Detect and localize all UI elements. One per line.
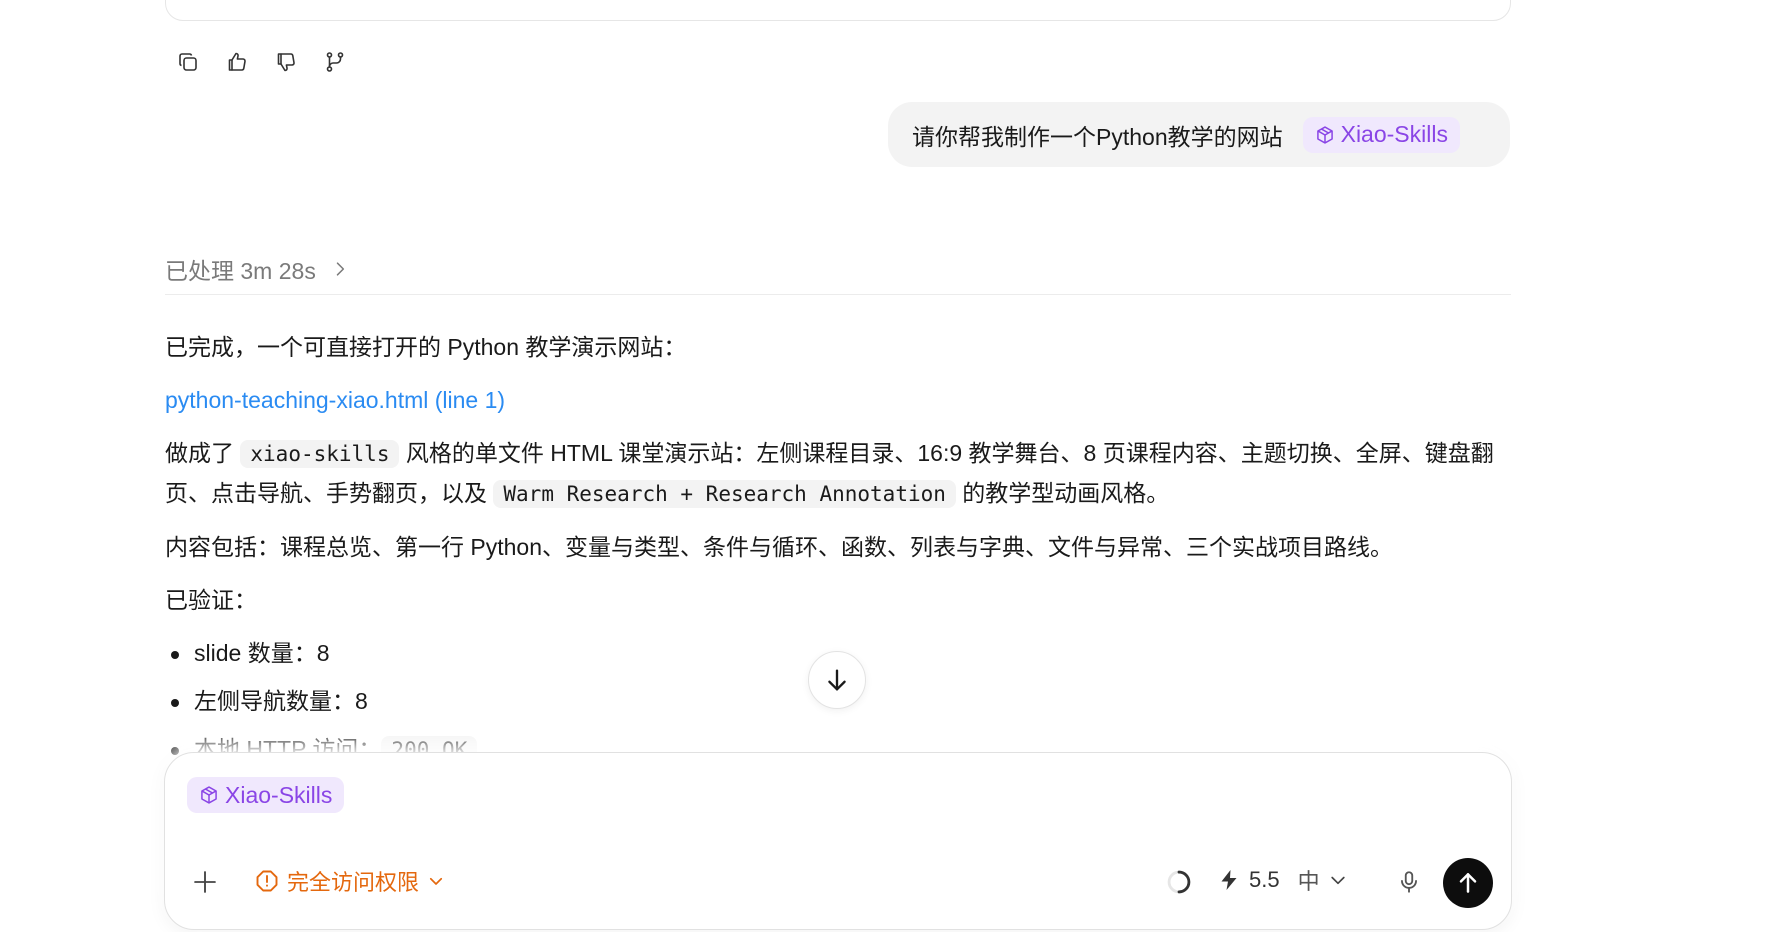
model-selector[interactable]: 5.5 中 [1217, 864, 1348, 896]
access-permission-dropdown[interactable]: 完全访问权限 [255, 865, 445, 897]
microphone-button[interactable] [1393, 866, 1425, 898]
thumbs-down-button[interactable] [270, 46, 302, 78]
user-skill-chip[interactable]: Xiao-Skills [1302, 116, 1460, 153]
access-label: 完全访问权限 [287, 870, 420, 895]
thumbs-up-button[interactable] [221, 46, 253, 78]
arrow-up-icon [1459, 873, 1477, 893]
response-intro: 已完成，一个可直接打开的 Python 教学演示网站： [165, 334, 687, 360]
user-message-text: 请你帮我制作一个Python教学的网站 [912, 123, 1283, 150]
loading-spinner-icon [1167, 870, 1191, 894]
response-description: 做成了 xiao-skills 风格的单文件 HTML 课堂演示站：左侧课程目录… [165, 440, 1494, 508]
message-composer[interactable]: Xiao-Skills 完全访问权限 5.5 中 [164, 752, 1512, 930]
cube-icon [201, 786, 217, 804]
branch-button[interactable] [319, 46, 351, 78]
response-contents: 内容包括：课程总览、第一行 Python、变量与类型、条件与循环、函数、列表与字… [165, 534, 1393, 560]
microphone-icon [1401, 871, 1417, 893]
arrow-down-icon [828, 669, 846, 691]
chevron-down-icon [1330, 876, 1345, 885]
inline-code: Warm Research + Research Annotation [493, 480, 956, 508]
lightning-icon [1221, 870, 1237, 890]
model-level: 中 [1297, 869, 1320, 894]
thumbs-up-icon [228, 52, 246, 71]
inline-code: xiao-skills [240, 440, 400, 468]
thumbs-down-icon [277, 53, 295, 72]
send-button[interactable] [1443, 858, 1493, 908]
previous-message-card [165, 0, 1511, 21]
chat-page: 请你帮我制作一个Python教学的网站 Xiao-Skills 已处理 3m 2… [0, 0, 1790, 932]
processed-toggle[interactable]: 已处理 3m 28s [165, 252, 350, 286]
warning-shield-icon [256, 870, 278, 892]
divider [165, 294, 1511, 295]
model-version: 5.5 [1249, 867, 1280, 892]
composer-skill-label: Xiao-Skills [225, 781, 333, 808]
processed-label: 已处理 3m 28s [165, 258, 316, 284]
composer-skill-chip[interactable]: Xiao-Skills [187, 777, 345, 813]
copy-icon [179, 53, 197, 71]
assistant-response: 已完成，一个可直接打开的 Python 教学演示网站： python-teach… [165, 328, 1515, 779]
user-message-bubble: 请你帮我制作一个Python教学的网站 Xiao-Skills [888, 102, 1510, 167]
chevron-down-icon [429, 877, 443, 885]
add-attachment-button[interactable] [189, 866, 221, 898]
message-actions [172, 46, 351, 78]
cube-icon [1316, 125, 1333, 144]
scroll-to-bottom-button[interactable] [808, 651, 866, 709]
file-link[interactable]: python-teaching-xiao.html (line 1) [165, 387, 505, 413]
branch-icon [326, 52, 344, 72]
copy-button[interactable] [172, 46, 204, 78]
verified-label: 已验证： [165, 587, 257, 613]
user-skill-label: Xiao-Skills [1340, 121, 1448, 147]
chevron-right-icon [336, 262, 344, 276]
plus-icon [194, 871, 216, 893]
